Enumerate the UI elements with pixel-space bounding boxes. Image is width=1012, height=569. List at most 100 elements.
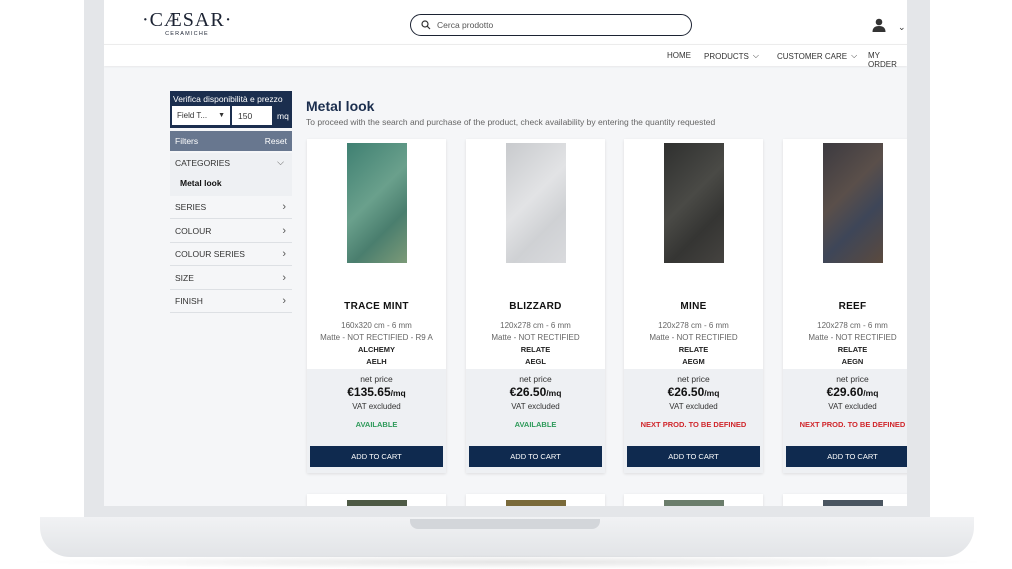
product-card[interactable]: [307, 494, 446, 506]
availability-panel: Verifica disponibilità e prezzo Field T.…: [170, 91, 292, 128]
vat-label: VAT excluded: [669, 402, 718, 411]
filter-colour[interactable]: COLOUR ›: [170, 220, 292, 243]
availability-status: AVAILABLE: [355, 420, 398, 429]
reset-button[interactable]: Reset: [265, 136, 287, 146]
nav-customer-care[interactable]: CUSTOMER CARE ⌵: [777, 51, 857, 61]
product-card[interactable]: REEF 120x278 cm - 6 mm Matte - NOT RECTI…: [783, 139, 907, 473]
product-card[interactable]: MINE 120x278 cm - 6 mm Matte - NOT RECTI…: [624, 139, 763, 473]
add-to-cart-button[interactable]: ADD TO CART: [786, 446, 907, 467]
product-card[interactable]: [783, 494, 907, 506]
product-size: 120x278 cm - 6 mm: [500, 321, 571, 330]
price-unit: /mq: [390, 388, 406, 398]
product-image[interactable]: [506, 500, 566, 506]
availability-status: NEXT PROD. TO BE DEFINED: [640, 420, 747, 429]
nav-my-order[interactable]: MY ORDER: [868, 51, 907, 69]
chevron-down-icon: ⌵: [277, 157, 284, 167]
filter-colour-series[interactable]: COLOUR SERIES ›: [170, 243, 292, 266]
add-to-cart-button[interactable]: ADD TO CART: [310, 446, 443, 467]
product-series: RELATE: [678, 345, 709, 354]
product-card[interactable]: TRACE MINT 160x320 cm - 6 mm Matte - NOT…: [307, 139, 446, 473]
logo-subtitle: CERAMICHE: [165, 31, 209, 37]
add-to-cart-button[interactable]: ADD TO CART: [469, 446, 602, 467]
product-finish: Matte - NOT RECTIFIED - R9 A: [320, 333, 433, 342]
site-header: ·CÆSAR· CERAMICHE Cerca prodotto ⌄: [104, 0, 907, 44]
product-type-select[interactable]: Field T... ▼: [172, 106, 230, 125]
filter-label: FINISH: [175, 296, 203, 306]
product-name[interactable]: BLIZZARD: [466, 301, 605, 312]
price-box: net price €135.65/mq VAT excluded AVAILA…: [307, 369, 446, 473]
filter-label: SERIES: [175, 202, 207, 212]
category-metal-look[interactable]: Metal look: [180, 178, 222, 188]
product-size: 160x320 cm - 6 mm: [341, 321, 412, 330]
product-price: €29.60/mq: [783, 385, 907, 399]
net-price-label: net price: [677, 374, 710, 384]
chevron-right-icon: ›: [282, 225, 286, 237]
filter-label: COLOUR: [175, 226, 212, 236]
laptop-mockup: ·CÆSAR· CERAMICHE Cerca prodotto ⌄ HOME …: [0, 0, 1012, 569]
net-price-label: net price: [836, 374, 869, 384]
nav-products[interactable]: PRODUCTS ⌵: [704, 51, 759, 61]
availability-title: Verifica disponibilità e prezzo: [173, 94, 283, 104]
price-box: net price €29.60/mq VAT excluded NEXT PR…: [783, 369, 907, 473]
product-price: €135.65/mq: [307, 385, 446, 399]
product-name[interactable]: TRACE MINT: [307, 301, 446, 312]
product-name[interactable]: MINE: [624, 301, 763, 312]
chevron-down-icon: ⌵: [851, 51, 858, 60]
chevron-right-icon: ›: [282, 295, 286, 307]
add-to-cart-button[interactable]: ADD TO CART: [627, 446, 760, 467]
laptop-hinge-slot: [410, 519, 600, 529]
page-title: Metal look: [306, 98, 375, 114]
browser-viewport: ·CÆSAR· CERAMICHE Cerca prodotto ⌄ HOME …: [104, 0, 907, 506]
product-series: RELATE: [837, 345, 868, 354]
product-finish: Matte - NOT RECTIFIED: [491, 333, 580, 342]
categories-label: CATEGORIES: [175, 158, 231, 168]
product-image[interactable]: [506, 143, 566, 263]
product-card[interactable]: [466, 494, 605, 506]
vat-label: VAT excluded: [828, 402, 877, 411]
product-image[interactable]: [347, 500, 407, 506]
product-code: AEGN: [841, 357, 864, 366]
availability-row: Field T... ▼ 150 mq: [172, 106, 289, 125]
filter-label: COLOUR SERIES: [175, 249, 245, 259]
net-price-label: net price: [360, 374, 393, 384]
product-name[interactable]: REEF: [783, 301, 907, 312]
filter-series[interactable]: SERIES ›: [170, 196, 292, 219]
brand-logo[interactable]: ·CÆSAR· CERAMICHE: [142, 10, 232, 37]
search-input[interactable]: Cerca prodotto: [410, 14, 692, 36]
product-card[interactable]: BLIZZARD 120x278 cm - 6 mm Matte - NOT R…: [466, 139, 605, 473]
product-code: AEGL: [525, 357, 546, 366]
product-image[interactable]: [347, 143, 407, 263]
nav-my-order-label: MY ORDER: [868, 51, 897, 69]
quantity-input[interactable]: 150: [232, 106, 272, 125]
search-icon: [421, 20, 431, 30]
price-unit: /mq: [863, 388, 879, 398]
filter-size[interactable]: SIZE ›: [170, 267, 292, 290]
product-size: 120x278 cm - 6 mm: [817, 321, 888, 330]
chevron-right-icon: ›: [282, 272, 286, 284]
product-series: RELATE: [520, 345, 551, 354]
product-image[interactable]: [664, 500, 724, 506]
price-amount: €26.50: [667, 385, 705, 399]
search-placeholder: Cerca prodotto: [437, 20, 494, 30]
product-finish: Matte - NOT RECTIFIED: [649, 333, 738, 342]
nav-home[interactable]: HOME: [667, 51, 691, 60]
product-image[interactable]: [823, 500, 883, 506]
nav-home-label: HOME: [667, 51, 691, 60]
product-code: AEGM: [682, 357, 705, 366]
product-card[interactable]: [624, 494, 763, 506]
price-unit: /mq: [704, 388, 720, 398]
user-account-icon[interactable]: [872, 18, 886, 37]
categories-filter[interactable]: CATEGORIES ⌵ Metal look: [170, 153, 292, 196]
filter-label: SIZE: [175, 273, 194, 283]
price-amount: €135.65: [347, 385, 391, 399]
product-image[interactable]: [823, 143, 883, 263]
product-image[interactable]: [664, 143, 724, 263]
product-price: €26.50/mq: [624, 385, 763, 399]
logo-wordmark: ·CÆSAR·: [142, 9, 233, 31]
price-unit: /mq: [546, 388, 562, 398]
main-nav: HOME PRODUCTS ⌵ CUSTOMER CARE ⌵ MY ORDER: [104, 44, 907, 69]
filter-finish[interactable]: FINISH ›: [170, 290, 292, 313]
chevron-down-icon[interactable]: ⌄: [898, 22, 906, 33]
vat-label: VAT excluded: [511, 402, 560, 411]
filters-label: Filters: [175, 136, 199, 146]
